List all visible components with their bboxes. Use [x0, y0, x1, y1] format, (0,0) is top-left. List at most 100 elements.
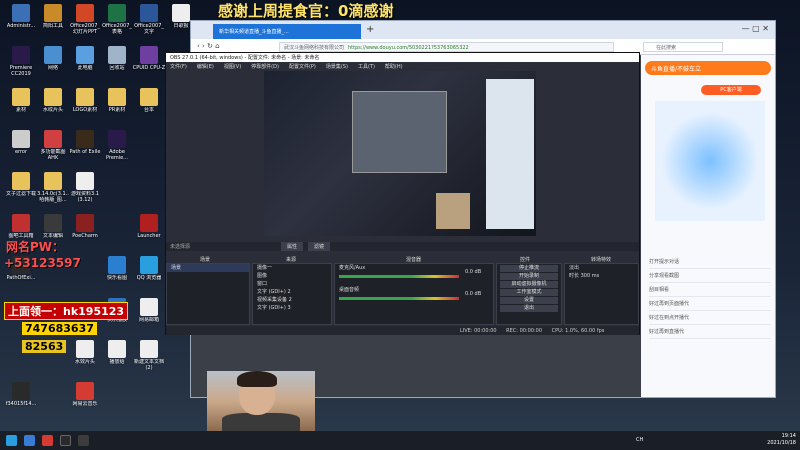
overlay-qq-label: 网名PW：: [6, 240, 65, 254]
desktop-icon[interactable]: Path of Exile: [68, 130, 102, 161]
desktop-icon-label: f34015f14...: [5, 401, 37, 407]
desktop-icon[interactable]: Office2007_ 幻灯片PPT: [68, 4, 102, 35]
desktop-icon-label: 快乐看图: [106, 275, 127, 281]
source-item[interactable]: 图像: [253, 272, 331, 280]
desktop-icon[interactable]: 3.14.0c(3.1.. 哈韩版_图...: [36, 172, 70, 203]
control-button[interactable]: 启动虚拟摄像机: [500, 281, 558, 288]
obs-menu-item[interactable]: 文件(F): [170, 64, 187, 70]
desktop-icon-label: Office2007_ 表格: [102, 23, 132, 35]
desktop-icon[interactable]: 播放给: [100, 340, 134, 371]
obs-menu-item[interactable]: 停靠部件(D): [251, 64, 279, 70]
sidebar-list-item[interactable]: 好过在到点开播代: [649, 311, 771, 325]
desktop-icon[interactable]: 简阳工具: [36, 4, 70, 35]
desktop-icon[interactable]: Office2007_ 文字: [132, 4, 166, 35]
desktop-icon-image: [12, 214, 30, 232]
desktop-icon[interactable]: Premiere CC2019: [4, 46, 38, 77]
desktop-icon-image: [12, 4, 30, 22]
control-button[interactable]: 工作室模式: [500, 289, 558, 296]
clock[interactable]: 19:14 2021/10/18: [767, 433, 796, 447]
person-hair: [237, 371, 277, 387]
new-tab-button[interactable]: +: [366, 24, 374, 35]
desktop-icon[interactable]: 游戏资料3.1 (3.12): [68, 172, 102, 203]
sidebar-list-item[interactable]: 好过再到页面播代: [649, 297, 771, 311]
music-taskbar-icon[interactable]: [42, 435, 53, 446]
settings-taskbar-icon[interactable]: [78, 435, 89, 446]
obs-menu-item[interactable]: 帮助(H): [385, 64, 403, 70]
properties-button[interactable]: 属性: [281, 242, 304, 251]
pc-client-button[interactable]: PC客户端: [701, 85, 761, 95]
sidebar-list-item[interactable]: 打开提示对话: [649, 255, 771, 269]
desktop-icon[interactable]: 网易云音乐: [68, 382, 102, 413]
nav-back-icon[interactable]: ‹ › ↻ ⌂: [197, 42, 220, 50]
desktop-icon-image: [108, 4, 126, 22]
desktop-icon[interactable]: LOGO素材: [68, 88, 102, 119]
transition-duration[interactable]: 时长 300 ms: [565, 272, 638, 280]
mixer-panel: 麦克风/Aux 0.0 dB 桌面音频 0.0 dB: [334, 263, 494, 325]
filters-button[interactable]: 滤镜: [308, 242, 331, 251]
desktop-icon[interactable]: Launcher: [132, 214, 166, 245]
desktop-icon[interactable]: 快乐看图: [100, 256, 134, 287]
browser-tab[interactable]: 新华相关频道直播_斗鱼直播_...: [213, 24, 361, 39]
obs-menu-item[interactable]: 编辑(E): [197, 64, 214, 70]
desktop-icon-image: [44, 46, 62, 64]
url-input[interactable]: 武汉斗鱼网络科技有限公司 https://www.douyu.com/503022…: [279, 42, 614, 52]
obs-menu-item[interactable]: 配置文件(P): [289, 64, 316, 70]
desktop-icon[interactable]: 多功能截图 AHK: [36, 130, 70, 161]
desktop-icon[interactable]: PoeCharm: [68, 214, 102, 245]
window-controls[interactable]: — ▢ ✕: [742, 24, 769, 33]
sidebar-list-item[interactable]: 分享观看截图: [649, 269, 771, 283]
sidebar-list-item[interactable]: 刮目相看: [649, 283, 771, 297]
desktop-icon[interactable]: 回收站: [100, 46, 134, 77]
desktop-icon[interactable]: 网易邮箱: [132, 298, 166, 329]
desktop-icon-image: [140, 340, 158, 358]
obs-taskbar-icon[interactable]: [60, 435, 71, 446]
control-button[interactable]: 停止推流: [500, 265, 558, 272]
desktop-icon[interactable]: 水效片头: [68, 340, 102, 371]
desktop-icon[interactable]: QQ 浏览器: [132, 256, 166, 287]
browser-taskbar-icon[interactable]: [24, 435, 35, 446]
desktop-icon[interactable]: Administr...: [4, 4, 38, 35]
desktop-icon[interactable]: error: [4, 130, 38, 161]
lang-indicator[interactable]: CH: [636, 437, 643, 443]
desktop-icon-image: [12, 172, 30, 190]
source-item[interactable]: 文字 (GDI+) 2: [253, 288, 331, 296]
overlay-badge-2: 82563: [22, 340, 67, 353]
sidebar-list-item[interactable]: 好过再到直播代: [649, 325, 771, 339]
sidebar-header[interactable]: 斗鱼直播/不鼓车立: [645, 61, 771, 75]
source-item[interactable]: 摄像一: [253, 264, 331, 272]
controls-panel: 停止推流 开始录制 启动虚拟摄像机 工作室模式 设置 退出: [496, 263, 562, 325]
control-button[interactable]: 退出: [500, 305, 558, 312]
desktop-icon-image: [12, 130, 30, 148]
desktop-icon[interactable]: 文子过滤下载: [4, 172, 38, 203]
source-item[interactable]: 视频采集设备 2: [253, 296, 331, 304]
control-button[interactable]: 开始录制: [500, 273, 558, 280]
desktop-icon[interactable]: CPUID CPU-Z: [132, 46, 166, 77]
scene-item[interactable]: 场景: [167, 264, 249, 272]
desktop-icon[interactable]: 此电脑: [68, 46, 102, 77]
start-icon[interactable]: [6, 435, 17, 446]
transition-type[interactable]: 淡出: [565, 264, 638, 272]
desktop-icon[interactable]: 网络: [36, 46, 70, 77]
desktop-icon-label: PR素材: [108, 107, 126, 113]
desktop-icon[interactable]: 新建文本文档 (2): [132, 340, 166, 371]
control-button[interactable]: 设置: [500, 297, 558, 304]
search-input[interactable]: 在此搜索: [643, 42, 723, 52]
desktop-icon-label: Path of Exile: [69, 149, 101, 155]
desktop-icon-label: Office2007_ 幻灯片PPT: [70, 23, 100, 35]
mixer-title: 混音器: [406, 257, 422, 263]
source-item[interactable]: 窗口: [253, 280, 331, 288]
desktop-icon[interactable]: Office2007_ 表格: [100, 4, 134, 35]
obs-menu-item[interactable]: 视图(V): [224, 64, 241, 70]
obs-menu-item[interactable]: 工具(T): [358, 64, 375, 70]
sidebar-list: 打开提示对话 分享观看截图 刮目相看 好过再到页面播代 好过在到点开播代 好过再到直播代: [649, 255, 771, 339]
desktop-icon[interactable]: 素材: [4, 88, 38, 119]
source-item[interactable]: 文字 (GDI+) 3: [253, 304, 331, 312]
site-name: 武汉斗鱼网络科技有限公司: [284, 45, 345, 51]
obs-menu-item[interactable]: 场景集(S): [326, 64, 348, 70]
obs-preview: [264, 71, 536, 236]
desktop-icon[interactable]: f34015f14...: [4, 382, 38, 413]
desktop-icon[interactable]: 台本: [132, 88, 166, 119]
desktop-icon[interactable]: Adobe Premie...: [100, 130, 134, 161]
desktop-icon[interactable]: 水纹片头: [36, 88, 70, 119]
desktop-icon[interactable]: PR素材: [100, 88, 134, 119]
